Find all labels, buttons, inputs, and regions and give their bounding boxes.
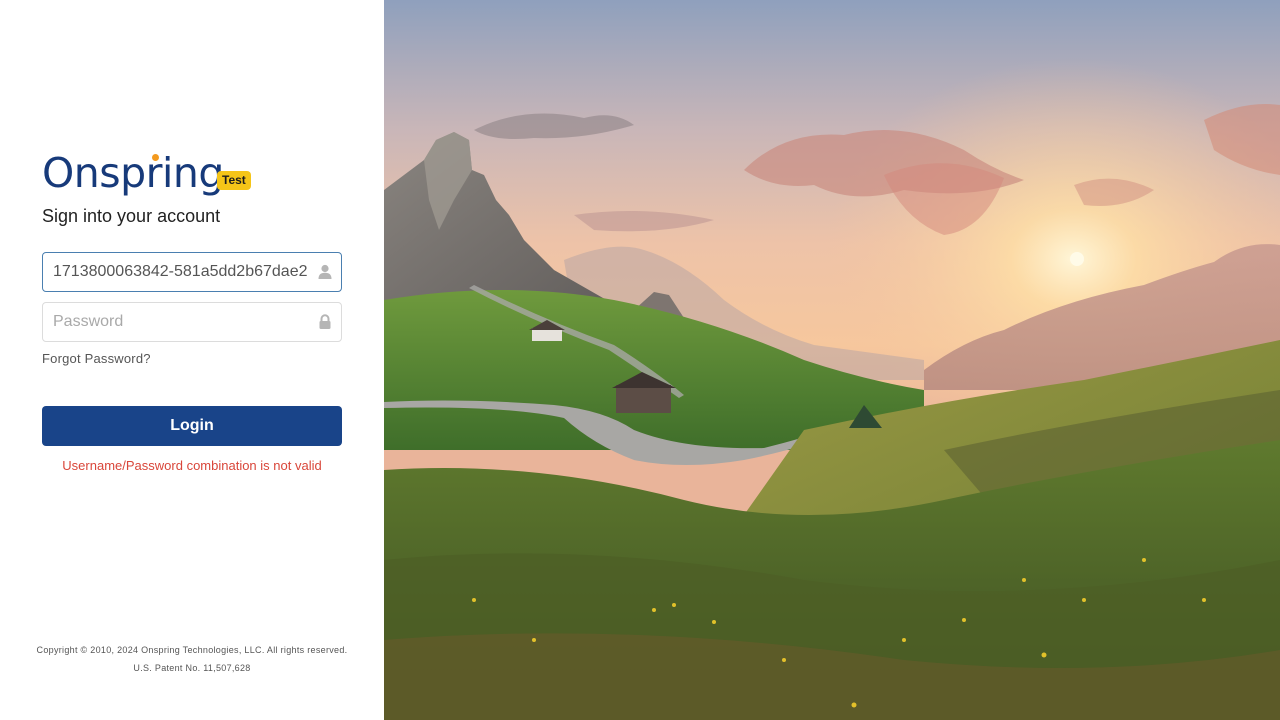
username-input[interactable] (43, 253, 311, 291)
password-field[interactable] (42, 302, 342, 342)
logo-dot (152, 154, 159, 161)
patent-text: U.S. Patent No. 11,507,628 (133, 663, 251, 673)
forgot-password-link[interactable]: Forgot Password? (42, 351, 151, 366)
sign-in-heading: Sign into your account (42, 206, 221, 226)
username-field[interactable] (42, 252, 342, 292)
login-panel: Onspring Test Sign into your account For… (0, 0, 384, 720)
onspring-logo: Onspring (42, 149, 224, 197)
login-button[interactable]: Login (42, 406, 342, 446)
user-icon (318, 264, 332, 280)
copyright-text: Copyright © 2010, 2024 Onspring Technolo… (36, 645, 348, 655)
password-input[interactable] (43, 303, 311, 341)
footer: Copyright © 2010, 2024 Onspring Technolo… (0, 641, 384, 677)
environment-badge: Test (217, 171, 251, 190)
login-error-message: Username/Password combination is not val… (62, 458, 322, 473)
background-landscape-image (384, 0, 1280, 720)
lock-icon (318, 314, 332, 330)
